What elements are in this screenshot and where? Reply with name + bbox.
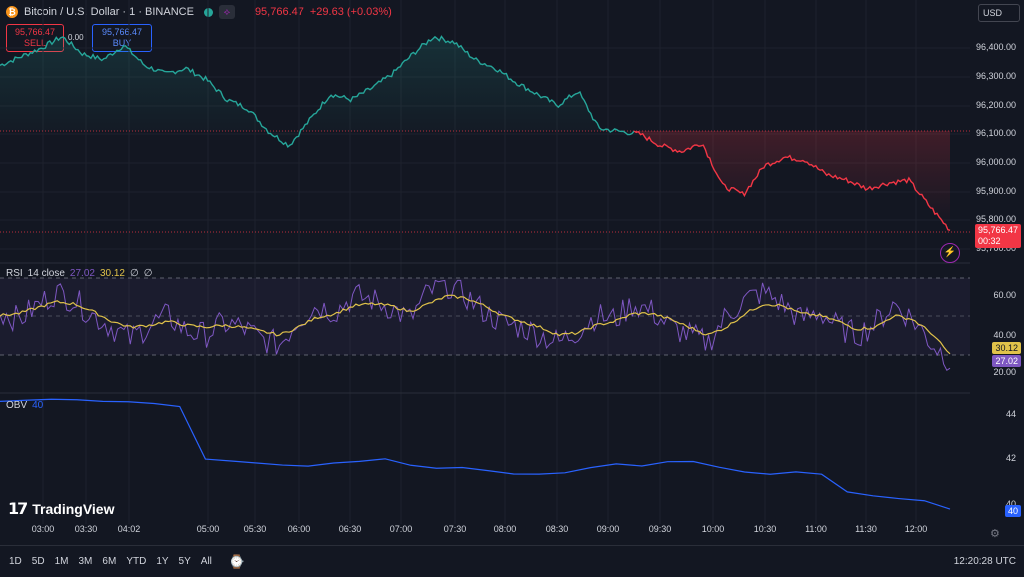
price-tick: 96,000.00 (975, 157, 1016, 167)
bottom-toolbar: 1D 5D 1M 3M 6M YTD 1Y 5Y All ⌚ 12:20:28 UTC (0, 545, 1024, 577)
price-tick: 95,900.00 (975, 186, 1016, 196)
timeframe-button[interactable]: 5Y (174, 556, 196, 567)
time-tick: 10:30 (753, 524, 777, 534)
rsi-params: 14 close (27, 268, 65, 279)
time-tick: 07:00 (389, 524, 413, 534)
branding-text: TradingView (32, 501, 115, 517)
obv-value: 40 (32, 400, 44, 411)
last-price-label: 95,766.47 00:32 (974, 224, 1021, 248)
time-tick: 06:30 (338, 524, 362, 534)
time-tick: 05:30 (243, 524, 267, 534)
rsi-last-label: 27.02 (992, 355, 1021, 367)
time-tick: 09:00 (596, 524, 620, 534)
rsi-tick: 20.00 (993, 367, 1016, 377)
timeframe-buttons: 1D 5D 1M 3M 6M YTD 1Y 5Y All (4, 556, 217, 567)
rsi-extra2: ∅ (143, 268, 153, 279)
timeframe-button[interactable]: 1D (4, 556, 27, 567)
rsi-extra1: ∅ (129, 268, 139, 279)
rsi-tick: 40.00 (993, 330, 1016, 340)
bar-countdown: 00:32 (977, 236, 1001, 246)
obv-line (0, 398, 951, 510)
time-tick: 08:00 (493, 524, 517, 534)
rsi-ma-value: 30.12 (99, 268, 125, 279)
price-tick: 96,400.00 (975, 42, 1016, 52)
obv-last-label: 40 (1004, 505, 1021, 517)
settings-icon[interactable]: ⚙ (990, 527, 1000, 540)
time-tick: 07:30 (443, 524, 467, 534)
time-tick: 04:02 (117, 524, 141, 534)
last-price-value: 95,766.47 (977, 225, 1018, 235)
obv-axis[interactable]: 44 42 40 (972, 393, 1024, 523)
price-tick: 95,800.00 (975, 214, 1016, 224)
rsi-value: 27.02 (69, 268, 95, 279)
time-tick: 08:30 (545, 524, 569, 534)
date-range-icon[interactable]: ⌚ (229, 554, 245, 570)
obv-name: OBV (6, 400, 28, 411)
price-area-up (0, 36, 635, 147)
time-axis[interactable]: 03:00 03:30 04:02 05:00 05:30 06:00 06:30 07:00… (0, 524, 970, 540)
price-tick: 96,200.00 (975, 100, 1016, 110)
price-tick: 96,300.00 (975, 71, 1016, 81)
obv-legend[interactable]: OBV 40 (6, 400, 43, 411)
rsi-name: RSI (6, 268, 23, 279)
timeframe-button[interactable]: 6M (97, 556, 121, 567)
obv-tick: 44 (1005, 409, 1016, 419)
time-tick: 06:00 (287, 524, 311, 534)
utc-clock[interactable]: 12:20:28 UTC (954, 556, 1016, 567)
timeframe-button[interactable]: 5D (27, 556, 50, 567)
timeframe-button[interactable]: 1Y (151, 556, 173, 567)
timeframe-button[interactable]: YTD (121, 556, 151, 567)
timeframe-button[interactable]: 1M (50, 556, 74, 567)
tradingview-logo[interactable]: 𝟭𝟳 TradingView (8, 499, 114, 519)
rsi-ma-label: 30.12 (992, 342, 1021, 354)
time-tick: 03:30 (74, 524, 98, 534)
timeframe-button[interactable]: All (196, 556, 217, 567)
obv-tick: 42 (1005, 453, 1016, 463)
rsi-tick: 60.00 (993, 290, 1016, 300)
timeframe-button[interactable]: 3M (74, 556, 98, 567)
time-tick: 09:30 (648, 524, 672, 534)
rsi-legend[interactable]: RSI 14 close 27.02 30.12 ∅ ∅ (6, 268, 152, 279)
price-tick: 96,100.00 (975, 128, 1016, 138)
time-tick: 12:00 (904, 524, 928, 534)
time-tick: 10:00 (701, 524, 725, 534)
tradingview-logo-icon: 𝟭𝟳 (8, 501, 28, 518)
time-tick: 11:30 (855, 524, 877, 534)
lightning-icon[interactable]: ⚡ (940, 243, 960, 263)
time-tick: 11:00 (805, 524, 827, 534)
rsi-axis[interactable]: 60.00 40.00 20.00 (972, 263, 1024, 393)
time-tick: 05:00 (196, 524, 220, 534)
time-tick: 03:00 (31, 524, 55, 534)
